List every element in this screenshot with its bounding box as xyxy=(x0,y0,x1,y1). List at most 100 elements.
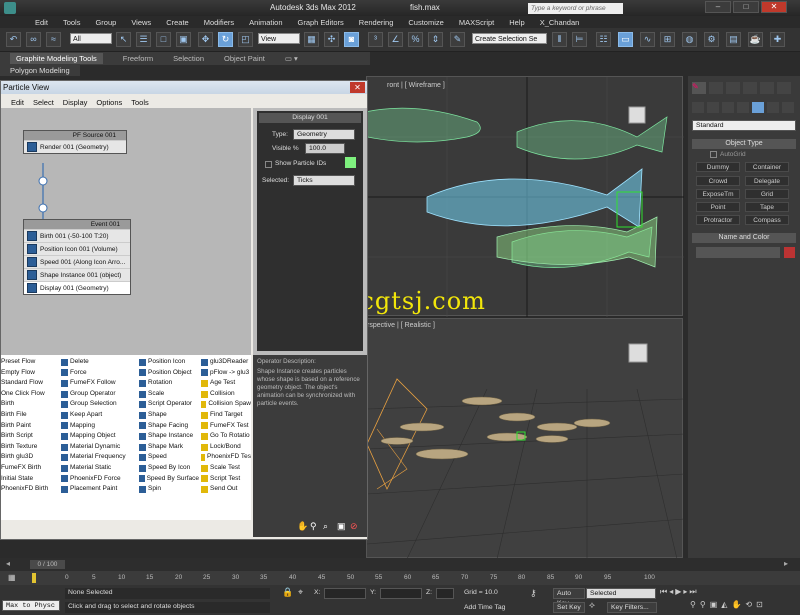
protractor-button[interactable]: Protractor xyxy=(696,215,740,225)
align-icon[interactable]: ⊨ xyxy=(572,32,587,47)
menu-x-chandan[interactable]: X_Chandan xyxy=(540,18,580,27)
list-item[interactable]: Scale xyxy=(139,389,199,400)
list-item[interactable]: Spin xyxy=(139,484,199,495)
list-item[interactable]: One Click Flow xyxy=(1,389,59,400)
window-crossing-icon[interactable]: ▣ xyxy=(176,32,191,47)
list-item[interactable]: Collision xyxy=(201,389,251,400)
list-item[interactable]: Mapping Object xyxy=(61,431,135,442)
utilities-tab-icon[interactable] xyxy=(777,82,791,94)
exposetm-button[interactable]: ExposeTm xyxy=(696,189,740,199)
schematic-view-icon[interactable]: ⊞ xyxy=(660,32,675,47)
curve-editor-icon[interactable]: ∿ xyxy=(640,32,655,47)
list-item[interactable]: Speed By Icon xyxy=(139,463,199,474)
current-frame-marker[interactable] xyxy=(32,573,36,583)
menu-graph-editors[interactable]: Graph Editors xyxy=(298,18,344,27)
list-item[interactable]: Speed By Surface xyxy=(139,474,199,485)
set-key-button[interactable]: Set Key xyxy=(553,602,585,613)
modify-tab-icon[interactable] xyxy=(709,82,723,94)
systems-icon[interactable] xyxy=(782,102,794,113)
maxscript-listener[interactable]: Max to Physc xyxy=(2,600,60,611)
list-item[interactable]: Speed xyxy=(139,452,199,463)
visible-spinner[interactable]: 100.0 xyxy=(305,143,345,154)
select-object-icon[interactable]: ↖ xyxy=(116,32,131,47)
display-operator[interactable]: Display 001 (Geometry) xyxy=(24,281,130,294)
key-mode-dropdown[interactable]: Selected xyxy=(586,588,656,599)
list-item[interactable]: Shape Facing xyxy=(139,421,199,432)
list-item[interactable]: Birth xyxy=(1,399,59,410)
list-item[interactable]: FumeFX Test xyxy=(201,421,251,432)
list-item[interactable]: Send Out xyxy=(201,484,251,495)
list-item[interactable]: PhoenixFD Force xyxy=(61,474,135,485)
list-item[interactable]: Material Frequency xyxy=(61,452,135,463)
menu-animation[interactable]: Animation xyxy=(249,18,282,27)
percent-snap-icon[interactable]: % xyxy=(408,32,423,47)
select-by-name-icon[interactable]: ☰ xyxy=(136,32,151,47)
z-coord-field[interactable] xyxy=(436,588,454,599)
orbit-icon[interactable]: ⟲ xyxy=(745,600,752,609)
container-button[interactable]: Container xyxy=(745,162,789,172)
list-item[interactable]: Group Selection xyxy=(61,399,135,410)
list-item[interactable]: Shape Instance xyxy=(139,431,199,442)
maximize-button[interactable]: □ xyxy=(733,1,759,13)
no-zoom-icon[interactable]: ⊘ xyxy=(350,521,358,532)
menu-create[interactable]: Create xyxy=(166,18,189,27)
hierarchy-tab-icon[interactable] xyxy=(726,82,740,94)
link-icon[interactable]: ∞ xyxy=(26,32,41,47)
snaps-icon[interactable]: ³ xyxy=(368,32,383,47)
keyboard-shortcut-icon[interactable]: ◙ xyxy=(344,32,359,47)
speed-operator[interactable]: Speed 001 (Along Icon Arro... xyxy=(24,255,130,268)
list-item[interactable]: Rotation xyxy=(139,378,199,389)
y-coord-field[interactable] xyxy=(380,588,422,599)
list-item[interactable]: Birth Paint xyxy=(1,421,59,432)
field-of-view-icon[interactable]: ◭ xyxy=(721,600,727,609)
undo-icon[interactable]: ↶ xyxy=(6,32,21,47)
list-item[interactable]: Initial State xyxy=(1,474,59,485)
layer-manager-icon[interactable]: ☷ xyxy=(596,32,611,47)
list-item[interactable]: Lock/Bond xyxy=(201,442,251,453)
key-filters-button[interactable]: Key Filters... xyxy=(607,602,657,613)
selection-filter-dropdown[interactable]: All xyxy=(70,33,112,44)
list-item[interactable]: FumeFX Birth xyxy=(1,463,59,474)
material-editor-icon[interactable]: ◍ xyxy=(682,32,697,47)
angle-snap-icon[interactable]: ∠ xyxy=(388,32,403,47)
menu-tools[interactable]: Tools xyxy=(63,18,81,27)
geometry-icon[interactable] xyxy=(692,102,704,113)
select-manipulate-icon[interactable]: ✣ xyxy=(324,32,339,47)
pv-menu-options[interactable]: Options xyxy=(96,98,122,107)
list-item[interactable]: Keep Apart xyxy=(61,410,135,421)
list-item[interactable]: Mapping xyxy=(61,421,135,432)
list-item[interactable]: Shape xyxy=(139,410,199,421)
type-dropdown[interactable]: Geometry xyxy=(293,129,355,140)
motion-tab-icon[interactable] xyxy=(743,82,757,94)
tab-object-paint[interactable]: Object Paint xyxy=(224,54,265,63)
cameras-icon[interactable] xyxy=(737,102,749,113)
graphite-toggle-icon[interactable]: ▭ xyxy=(618,32,633,47)
list-item[interactable]: Find Target xyxy=(201,410,251,421)
particle-flow-canvas[interactable]: PF Source 001 Render 001 (Geometry) Even… xyxy=(1,108,251,355)
menu-help[interactable]: Help xyxy=(509,18,524,27)
tape-button[interactable]: Tape xyxy=(745,202,789,212)
pan-icon[interactable]: ✋ xyxy=(297,521,308,532)
play-icon[interactable]: ▶ xyxy=(675,587,681,597)
app-logo-icon[interactable] xyxy=(4,2,16,14)
list-item[interactable]: glu3DReader xyxy=(201,357,251,368)
compass-button[interactable]: Compass xyxy=(745,215,789,225)
render-teapot-icon[interactable]: ☕ xyxy=(748,32,763,47)
tab-graphite-modeling[interactable]: Graphite Modeling Tools xyxy=(10,53,103,64)
menu-modifiers[interactable]: Modifiers xyxy=(204,18,234,27)
tab-selection[interactable]: Selection xyxy=(173,54,204,63)
list-item[interactable]: Delete xyxy=(61,357,135,368)
create-tab-icon[interactable]: ✎ xyxy=(692,82,706,94)
list-item[interactable]: Scale Test xyxy=(201,463,251,474)
previous-frame-icon[interactable]: ◂ xyxy=(669,587,673,597)
list-item[interactable]: FumeFX Follow xyxy=(61,378,135,389)
display-tab-icon[interactable] xyxy=(760,82,774,94)
list-item[interactable]: Position Object xyxy=(139,368,199,379)
zoom-extents-icon[interactable]: ▣ xyxy=(337,521,346,532)
object-name-field[interactable] xyxy=(696,247,780,258)
pv-menu-tools[interactable]: Tools xyxy=(131,98,149,107)
render-operator[interactable]: Render 001 (Geometry) xyxy=(24,140,126,153)
shapes-icon[interactable] xyxy=(707,102,719,113)
named-selection-dropdown[interactable]: Create Selection Se xyxy=(472,33,547,44)
list-item[interactable]: Group Operator xyxy=(61,389,135,400)
